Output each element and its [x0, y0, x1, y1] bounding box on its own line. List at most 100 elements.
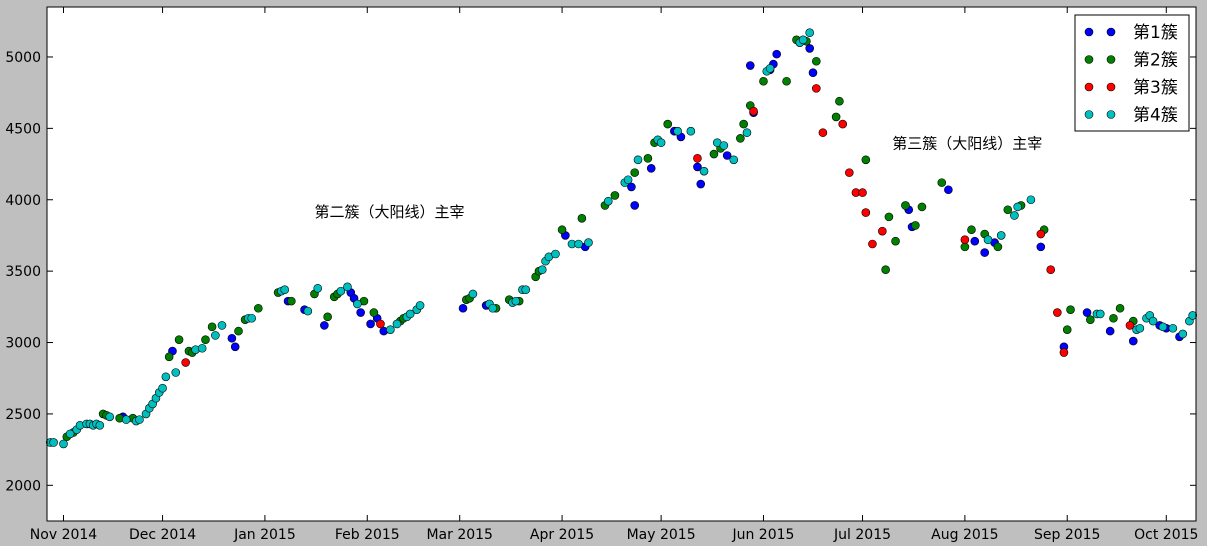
y-tick-label: 2500 [5, 407, 41, 423]
data-point [376, 319, 385, 329]
data-point [511, 296, 521, 306]
legend-marker [1106, 55, 1116, 64]
data-point [49, 438, 58, 447]
data-point [996, 231, 1006, 240]
annotation-label: 第三簇（大阳线）主宰 [892, 134, 1042, 152]
data-point [646, 164, 656, 173]
data-point [247, 313, 257, 323]
legend-marker [1106, 82, 1116, 92]
data-point [812, 84, 821, 93]
data-point [699, 166, 709, 176]
data-point [967, 225, 976, 235]
data-point [868, 239, 877, 249]
data-point [858, 188, 867, 197]
data-point [633, 155, 643, 165]
data-point [1168, 323, 1178, 333]
data-point [937, 178, 947, 187]
data-point [812, 56, 821, 66]
data-point [1115, 303, 1125, 313]
data-point [673, 126, 682, 136]
x-tick-label: Mar 2015 [426, 527, 493, 543]
legend-marker [1106, 27, 1116, 37]
x-tick-label: May 2015 [627, 527, 696, 543]
data-point [798, 35, 808, 45]
data-point [831, 112, 841, 122]
data-point [1013, 202, 1023, 212]
data-point [105, 412, 115, 422]
data-point [983, 235, 993, 245]
data-point [353, 299, 362, 309]
data-point [323, 312, 332, 322]
data-point [551, 249, 560, 259]
data-point [960, 242, 970, 252]
data-point [1128, 336, 1138, 346]
data-point [227, 333, 237, 343]
data-point [696, 179, 706, 189]
x-tick-label: Oct 2015 [1134, 527, 1198, 543]
data-point [158, 383, 167, 393]
legend: 第1簇第2簇第3簇第4簇 [1074, 14, 1190, 132]
data-point [745, 61, 755, 70]
data-point [1188, 311, 1197, 320]
data-point [1178, 329, 1188, 339]
data-point [878, 226, 887, 236]
data-point [993, 242, 1003, 252]
x-tick-label: Jan 2015 [233, 527, 296, 543]
y-tick-label: 4500 [5, 121, 41, 137]
y-tick-label: 5000 [5, 50, 41, 66]
data-point [164, 352, 174, 362]
legend-label: 第4簇 [1133, 106, 1178, 126]
data-point [171, 368, 181, 377]
data-point [1059, 348, 1069, 357]
data-point [686, 126, 696, 136]
data-point [135, 415, 144, 424]
data-point [663, 119, 673, 129]
data-point [217, 321, 227, 330]
annotation-label: 第二簇（大阳线）主宰 [314, 203, 464, 221]
legend-marker [1084, 82, 1094, 92]
data-point [881, 265, 890, 275]
data-point [584, 238, 593, 247]
data-point [343, 282, 352, 292]
data-point [736, 134, 745, 143]
data-point [1003, 205, 1013, 215]
data-point [181, 358, 190, 367]
data-point [818, 128, 828, 137]
data-point [557, 225, 567, 235]
data-point [1082, 308, 1092, 317]
data-point [693, 154, 702, 163]
data-point [1158, 322, 1168, 332]
data-point [1109, 313, 1118, 323]
data-point [980, 248, 989, 257]
data-point [1086, 315, 1095, 324]
data-point [1105, 326, 1115, 336]
data-point [891, 236, 900, 246]
legend-label: 第2簇 [1133, 51, 1178, 71]
data-point [174, 335, 184, 344]
x-tick-label: Jul 2015 [833, 527, 891, 543]
data-point [623, 175, 633, 185]
data-point [742, 128, 752, 137]
data-point [356, 308, 365, 317]
data-point [287, 296, 296, 306]
data-point [749, 106, 758, 116]
data-point [845, 168, 854, 177]
data-point [944, 185, 953, 195]
data-point [280, 285, 290, 295]
data-point [201, 335, 210, 344]
legend-label: 第1簇 [1133, 23, 1178, 43]
data-point [303, 306, 313, 316]
data-point [211, 331, 220, 340]
data-point [759, 76, 768, 86]
data-point [59, 439, 68, 449]
data-point [1135, 323, 1145, 333]
legend-marker [1084, 27, 1094, 37]
legend-marker [1106, 110, 1116, 119]
x-tick-label: Jun 2015 [731, 527, 794, 543]
data-point [320, 321, 329, 330]
data-point [1066, 305, 1075, 314]
data-point [95, 421, 105, 430]
data-point [739, 119, 748, 129]
data-point [234, 326, 243, 336]
data-point [960, 235, 970, 245]
